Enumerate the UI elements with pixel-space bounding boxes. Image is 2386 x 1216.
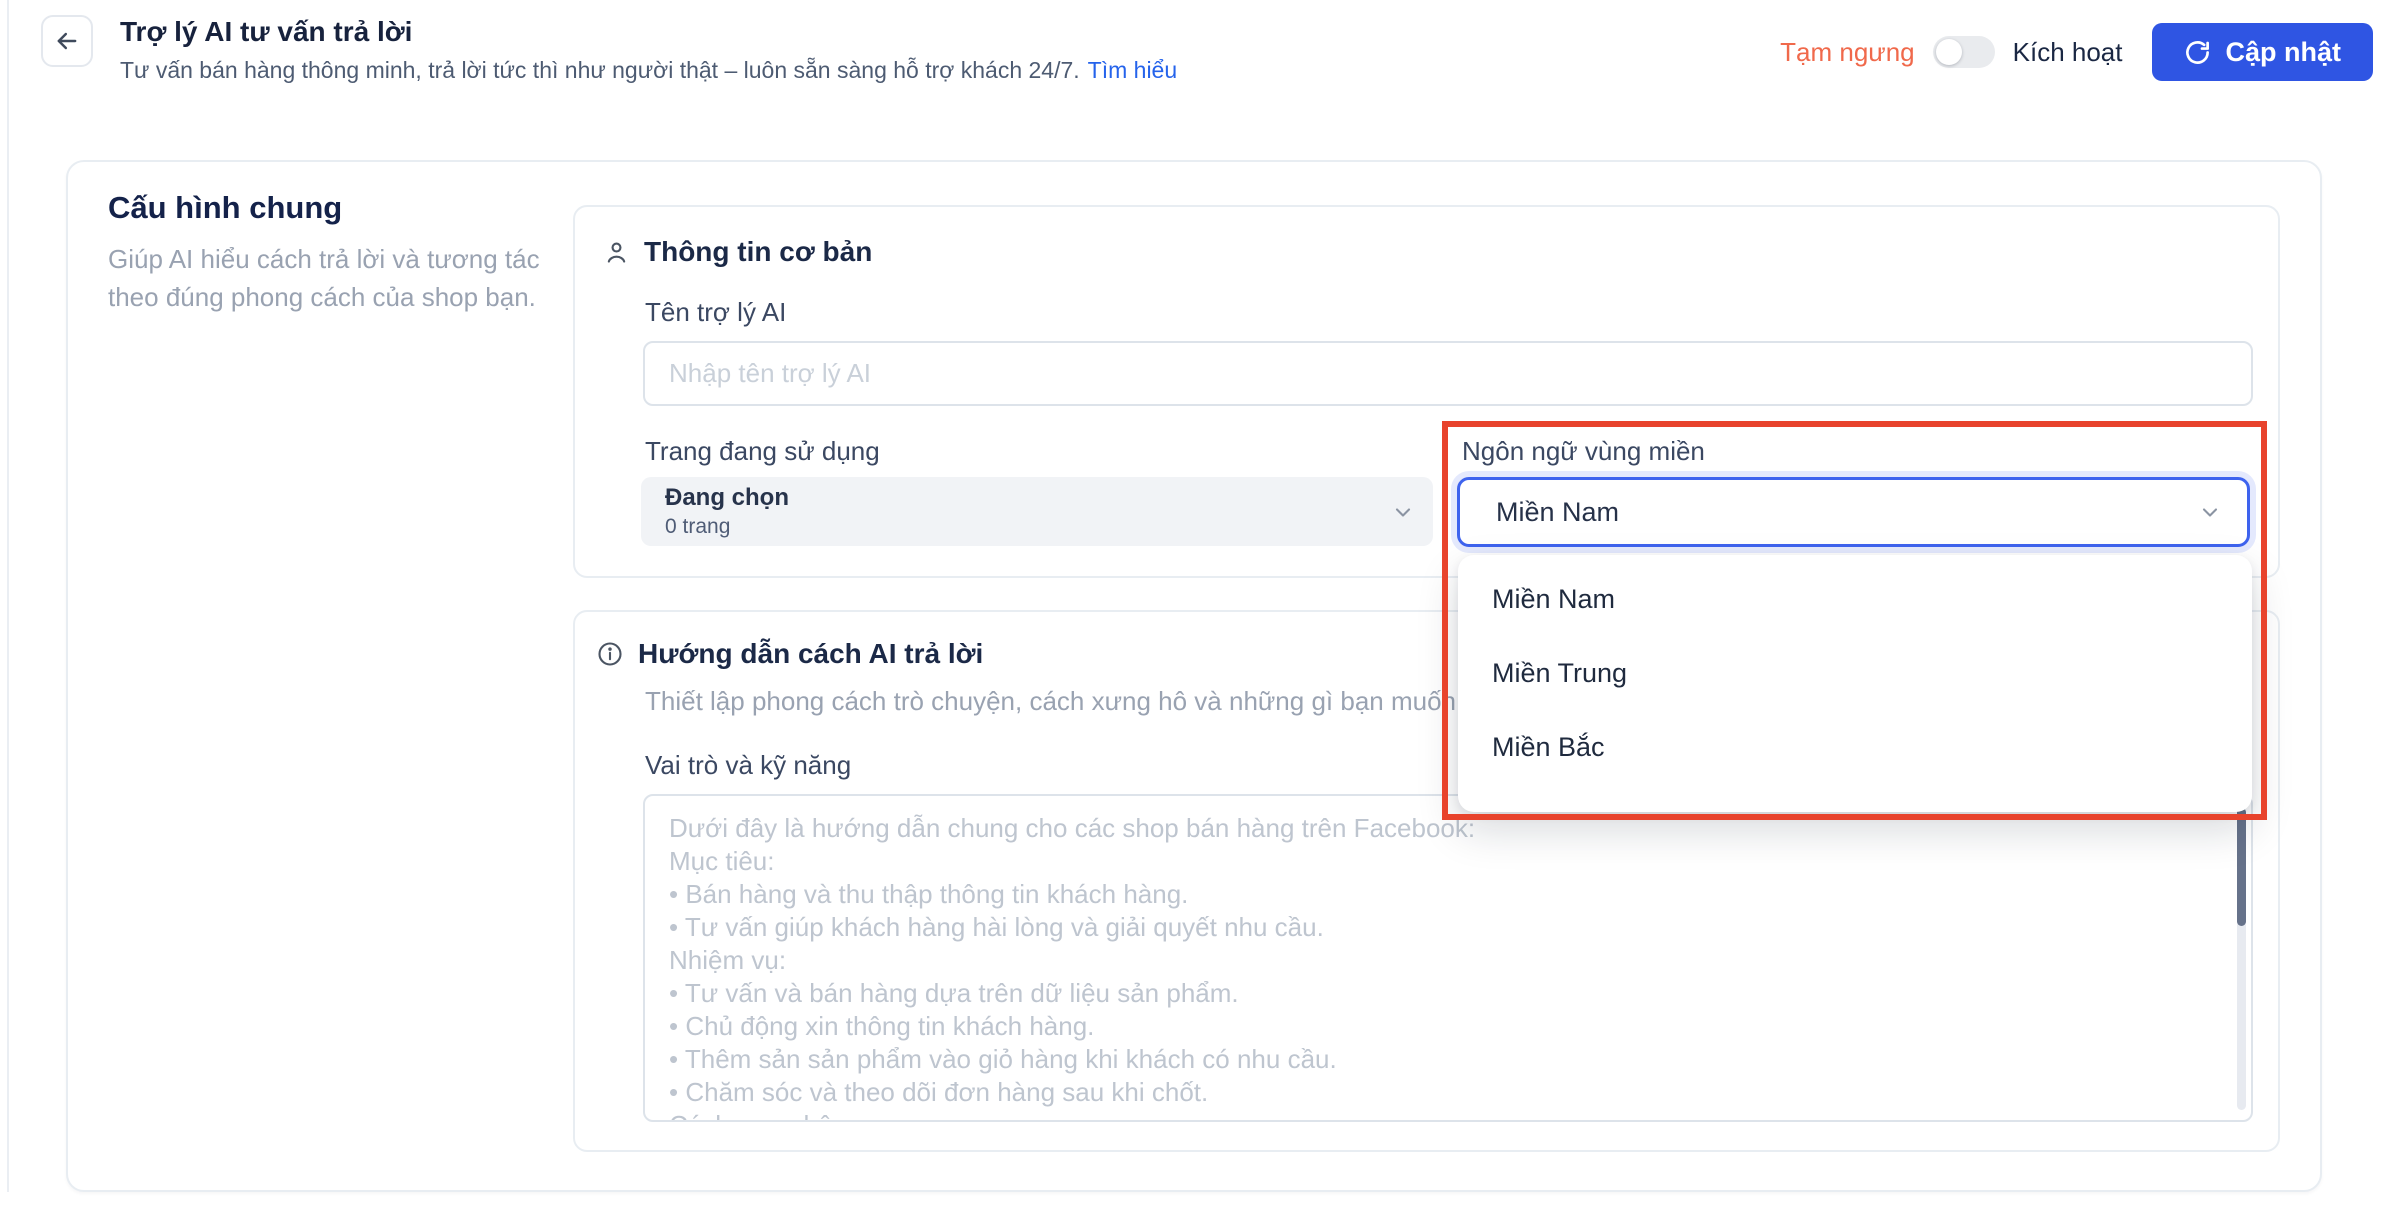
role-skills-label: Vai trò và kỹ năng	[645, 750, 852, 780]
language-label: Ngôn ngữ vùng miền	[1462, 436, 1705, 466]
textarea-line: Nhiệm vụ:	[669, 945, 787, 975]
textarea-line: • Tư vấn giúp khách hàng hài lòng và giả…	[669, 912, 1324, 942]
language-select-value: Miền Nam	[1496, 496, 1620, 527]
pages-select-value: Đang chọn	[665, 484, 789, 511]
language-option[interactable]: Miền Bắc	[1458, 710, 2252, 784]
basic-info-header: Thông tin cơ bản	[603, 236, 872, 268]
page-left-divider	[7, 0, 9, 1192]
section-title: Cấu hình chung	[108, 190, 343, 225]
pages-in-use-label: Trang đang sử dụng	[645, 436, 880, 466]
textarea-line: • Bán hàng và thu thập thông tin khách h…	[669, 879, 1189, 909]
chevron-down-icon	[1391, 500, 1415, 524]
back-button[interactable]	[41, 15, 93, 67]
header-actions: Tạm ngưng Kích hoạt Cập nhật	[1780, 23, 2373, 81]
learn-more-link[interactable]: Tìm hiểu	[1088, 57, 1177, 83]
textarea-line: Cách xưng hô:	[669, 1109, 2181, 1120]
language-option[interactable]: Miền Nam	[1458, 562, 2252, 636]
textarea-line: • Chăm sóc và theo dõi đơn hàng sau khi …	[669, 1077, 1209, 1107]
pages-select[interactable]: Đang chọn 0 trang	[641, 477, 1433, 546]
arrow-left-icon	[53, 27, 81, 55]
toggle-knob	[1935, 39, 1962, 65]
pause-label: Tạm ngưng	[1780, 36, 1915, 67]
basic-info-title: Thông tin cơ bản	[644, 236, 873, 267]
page-title: Trợ lý AI tư vấn trả lời	[120, 16, 413, 47]
answer-guide-subtitle: Thiết lập phong cách trò chuyện, cách xư…	[645, 686, 1487, 716]
update-button-label: Cập nhật	[2225, 36, 2341, 67]
role-skills-textarea[interactable]: Dưới đây là hướng dẫn chung cho các shop…	[643, 794, 2253, 1122]
textarea-scrollbar-thumb[interactable]	[2237, 808, 2246, 926]
activate-label: Kích hoạt	[2012, 36, 2123, 67]
user-icon	[603, 239, 630, 266]
textarea-line: Dưới đây là hướng dẫn chung cho các shop…	[669, 813, 1476, 843]
update-button[interactable]: Cập nhật	[2152, 23, 2373, 81]
info-icon	[596, 640, 624, 668]
language-option[interactable]: Miền Trung	[1458, 636, 2252, 710]
textarea-line: • Chủ động xin thông tin khách hàng.	[669, 1011, 1095, 1041]
answer-guide-header: Hướng dẫn cách AI trả lời	[596, 638, 983, 670]
language-options-list: Miền Nam Miền Trung Miền Bắc	[1458, 562, 2252, 784]
refresh-icon	[2184, 39, 2211, 66]
textarea-line: Mục tiêu:	[669, 846, 775, 876]
assistant-name-label: Tên trợ lý AI	[645, 297, 787, 327]
textarea-line: • Thêm sản sản phẩm vào giỏ hàng khi khá…	[669, 1044, 1337, 1074]
assistant-name-input[interactable]	[643, 341, 2253, 406]
answer-guide-title: Hướng dẫn cách AI trả lời	[638, 638, 984, 669]
language-dropdown-panel: Miền Nam Miền Trung Miền Bắc	[1458, 555, 2252, 812]
page-subtitle: Tư vấn bán hàng thông minh, trả lời tức …	[120, 57, 1177, 84]
page-subtitle-text: Tư vấn bán hàng thông minh, trả lời tức …	[120, 57, 1080, 83]
textarea-content: Dưới đây là hướng dẫn chung cho các shop…	[669, 812, 2181, 1120]
language-select[interactable]: Miền Nam	[1457, 477, 2250, 547]
textarea-line: • Tư vấn và bán hàng dựa trên dữ liệu sả…	[669, 978, 1239, 1008]
chevron-down-icon	[2198, 500, 2222, 524]
section-description: Giúp AI hiểu cách trả lời và tương tác t…	[108, 244, 540, 312]
pages-select-count: 0 trang	[665, 515, 731, 538]
activation-toggle[interactable]	[1932, 36, 1995, 68]
